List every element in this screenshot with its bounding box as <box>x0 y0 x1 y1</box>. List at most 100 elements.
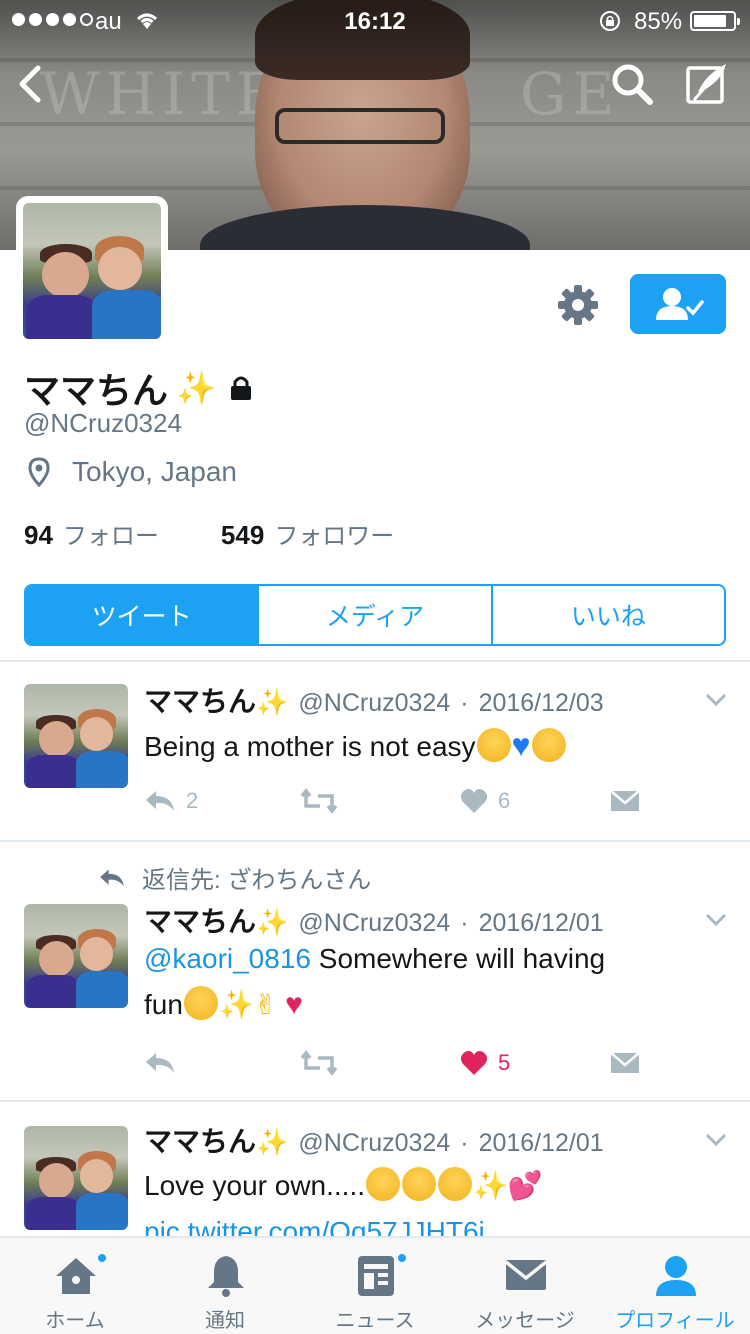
reply-icon <box>146 1053 174 1073</box>
victory-hand-emoji: ✌ <box>253 989 278 1020</box>
home-icon <box>56 1258 96 1294</box>
profile-name: ママちん ✨ <box>24 362 252 414</box>
location-pin-icon <box>28 457 50 487</box>
tweet-separator: · <box>460 909 469 937</box>
tweet-avatar[interactable] <box>24 684 128 788</box>
like-count: 6 <box>498 788 511 813</box>
direct-message-button[interactable] <box>610 1050 640 1074</box>
tweet[interactable]: ママちん✨ @NCruz0324 · 2016/12/01 Love your … <box>0 1102 750 1236</box>
tabbar-label: 通知 <box>205 1310 245 1332</box>
heart-icon <box>460 789 488 813</box>
tweet-avatar[interactable] <box>24 904 128 1008</box>
followers-label: フォロワー <box>274 523 395 550</box>
profile-display-name: ママちん <box>24 370 169 411</box>
battery-percent: 85% <box>634 8 683 35</box>
profile-location: Tokyo, Japan <box>28 456 237 488</box>
tweet-text: @kaori_0816 Somewhere will having fun ✨✌ … <box>144 943 606 1021</box>
avatar-photo <box>23 203 161 339</box>
following-label: フォロー <box>62 523 159 550</box>
tab-tweets[interactable]: ツイート <box>26 586 260 644</box>
profile-tabs: ツイート メディア いいね <box>24 584 726 646</box>
like-button[interactable]: 6 <box>460 788 510 814</box>
bell-icon <box>208 1256 244 1297</box>
tweet-handle: @NCruz0324 <box>298 689 451 717</box>
like-count: 5 <box>498 1050 511 1075</box>
heart-eyes-emoji <box>402 1167 437 1201</box>
blue-heart-emoji: ♥ <box>511 727 531 763</box>
mention-link[interactable]: @kaori_0816 <box>144 943 311 974</box>
tweet-separator: · <box>460 689 469 717</box>
protected-lock-icon <box>230 376 251 400</box>
reply-context-label[interactable]: 返信先: ざわちんさん <box>142 860 371 895</box>
tweet-link[interactable]: pic.twitter.com/Qq57JJHT6i <box>144 1216 485 1236</box>
like-button[interactable]: 5 <box>460 1050 510 1076</box>
tabbar-messages[interactable]: メッセージ <box>450 1238 600 1334</box>
tweet-date: 2016/12/03 <box>478 689 604 717</box>
envelope-icon <box>504 1260 548 1290</box>
battery-icon <box>690 11 740 31</box>
sparkles-emoji: ✨ <box>176 370 216 406</box>
retweet-button[interactable] <box>300 1050 338 1076</box>
tweet-text: Love your own..... ✨💕 pic.twitter.com/Qq5… <box>144 1163 704 1236</box>
profile-avatar[interactable] <box>16 196 168 346</box>
followers-stat[interactable]: 549 フォロワー <box>221 516 394 551</box>
person-check-icon <box>656 288 704 320</box>
tabbar-notifications[interactable]: 通知 <box>150 1238 300 1334</box>
person-icon <box>656 1256 696 1296</box>
chevron-down-icon[interactable] <box>704 912 728 928</box>
tabbar-home[interactable]: ホーム <box>0 1238 150 1334</box>
tabbar-profile[interactable]: プロフィール <box>600 1238 750 1334</box>
tabbar-label: プロフィール <box>615 1310 735 1332</box>
sparkles-emoji: ✨ <box>473 1170 508 1201</box>
tweet-actions: 2 6 <box>144 788 704 818</box>
red-heart-emoji: ♥ <box>285 988 303 1021</box>
tweet-author: ママちん✨ <box>144 906 289 937</box>
tab-media[interactable]: メディア <box>259 586 493 644</box>
reply-button[interactable] <box>144 1050 176 1076</box>
tweet-actions: 5 <box>144 1050 704 1080</box>
tweet-date: 2016/12/01 <box>478 1129 604 1157</box>
tweet-date: 2016/12/01 <box>478 909 604 937</box>
tweet-handle: @NCruz0324 <box>298 1129 451 1157</box>
tweet[interactable]: 返信先: ざわちんさん ママちん✨ @NCruz0324 · 2016/12/0… <box>0 842 750 1100</box>
tweet-text: Being a mother is not easy ♥ <box>144 722 704 770</box>
tweet[interactable]: ママちん✨ @NCruz0324 · 2016/12/03 Being a mo… <box>0 662 750 840</box>
tweet-header: ママちん✨ @NCruz0324 · 2016/12/01 <box>144 900 604 940</box>
back-arrow-icon[interactable] <box>14 62 54 106</box>
tabbar-news[interactable]: ニュース <box>300 1238 450 1334</box>
retweet-icon <box>300 1050 338 1076</box>
tweet-author: ママちん✨ <box>144 686 289 717</box>
tab-likes[interactable]: いいね <box>493 586 724 644</box>
envelope-icon <box>610 1052 640 1073</box>
reply-count: 2 <box>186 788 199 813</box>
notification-badge <box>396 1252 408 1264</box>
grinning-face-emoji <box>183 986 218 1020</box>
chevron-down-icon[interactable] <box>704 692 728 708</box>
pensive-face-emoji <box>476 728 511 762</box>
compose-tweet-icon[interactable] <box>684 60 730 106</box>
bottom-tab-bar: ホーム 通知 ニュース メッセージ プロフィール <box>0 1236 750 1334</box>
tweet-header: ママちん✨ @NCruz0324 · 2016/12/01 <box>144 1120 604 1160</box>
direct-message-button[interactable] <box>610 788 640 812</box>
chevron-down-icon[interactable] <box>704 1132 728 1148</box>
search-icon[interactable] <box>610 62 654 106</box>
notification-badge <box>96 1252 108 1264</box>
reply-context: 返信先: ざわちんさん <box>98 860 371 895</box>
tweet-separator: · <box>460 1129 469 1157</box>
heart-icon <box>460 1051 488 1075</box>
following-stat[interactable]: 94 フォロー <box>24 516 159 551</box>
profile-stats: 94 フォロー 549 フォロワー <box>24 516 394 551</box>
tabbar-label: メッセージ <box>475 1310 575 1332</box>
reply-button[interactable]: 2 <box>144 788 198 814</box>
profile-handle: @NCruz0324 <box>24 408 182 438</box>
sparkles-emoji: ✨ <box>218 989 254 1020</box>
retweet-button[interactable] <box>300 788 338 814</box>
tweet-header: ママちん✨ @NCruz0324 · 2016/12/03 <box>144 680 604 720</box>
following-button[interactable] <box>630 274 726 334</box>
gear-icon[interactable] <box>555 282 601 328</box>
two-hearts-emoji: 💕 <box>507 1170 543 1201</box>
following-count: 94 <box>24 520 53 550</box>
envelope-icon <box>610 790 640 811</box>
tweet-avatar[interactable] <box>24 1126 128 1230</box>
heart-eyes-emoji <box>366 1167 401 1201</box>
